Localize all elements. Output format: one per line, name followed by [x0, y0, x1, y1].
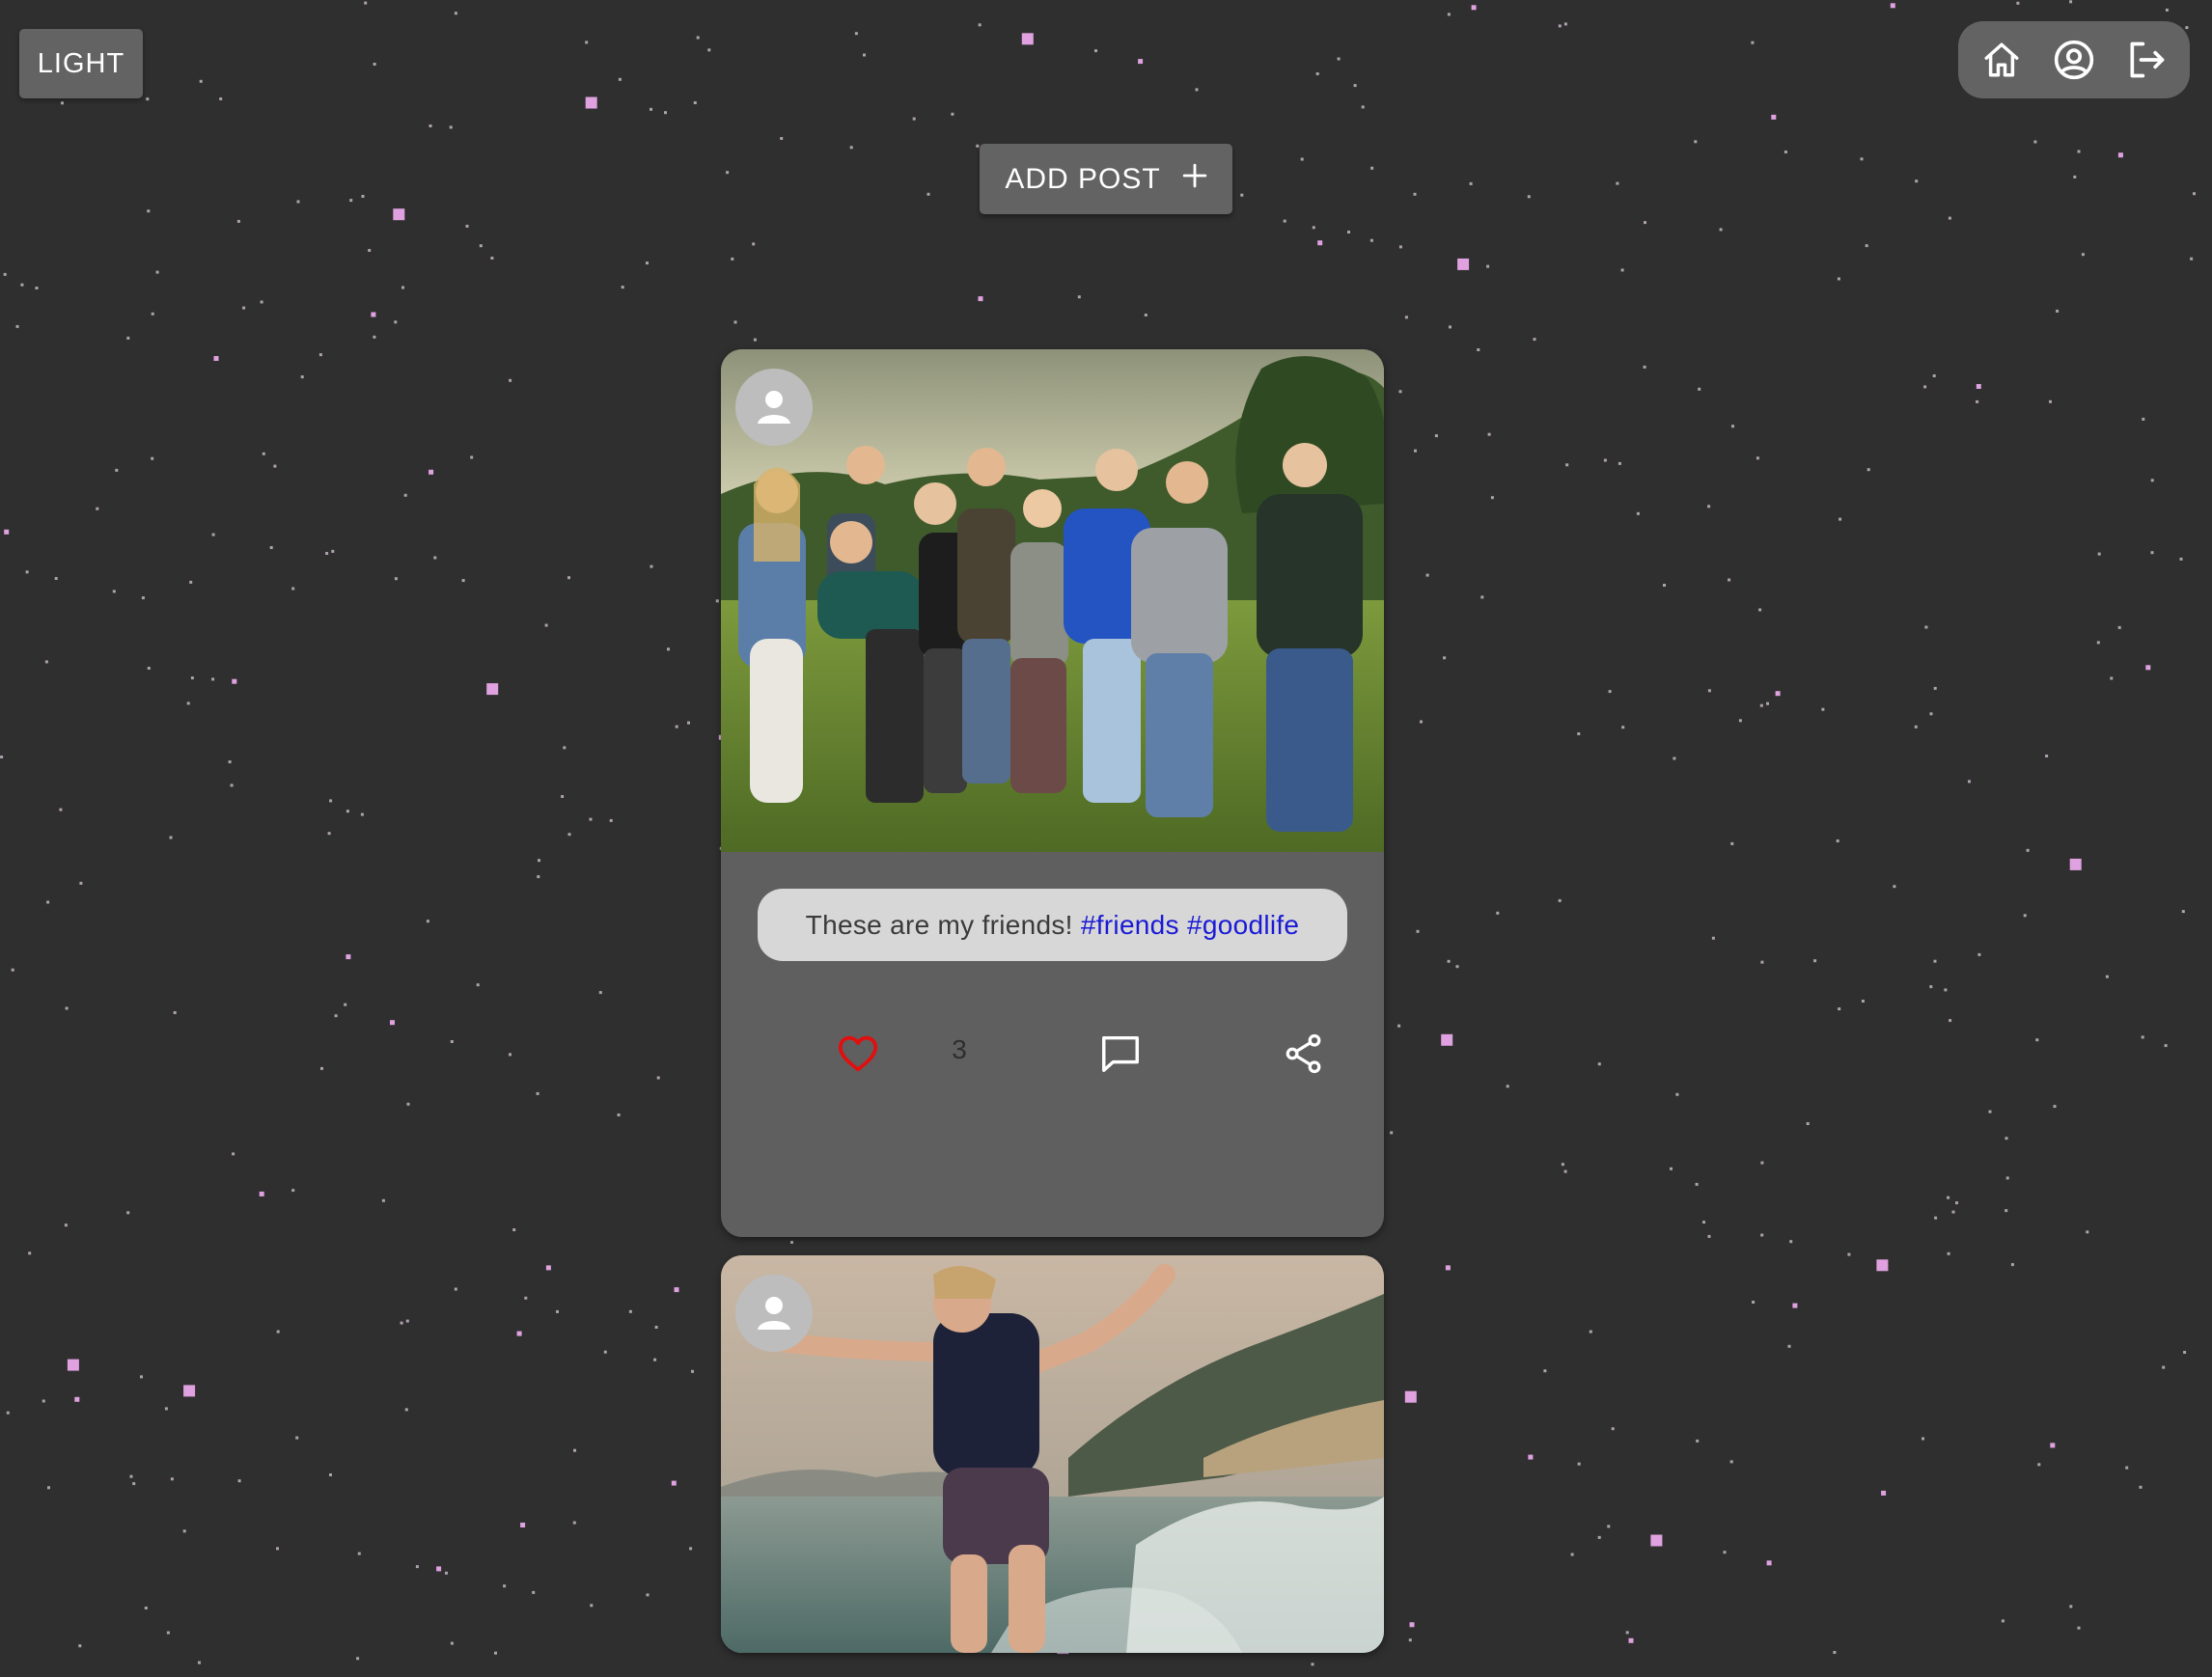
comment-button[interactable]: [1092, 1025, 1149, 1083]
post-avatar[interactable]: [735, 1275, 813, 1352]
theme-toggle-button[interactable]: LIGHT: [19, 29, 143, 98]
plus-icon: [1182, 163, 1207, 196]
comment-icon: [1102, 1035, 1139, 1072]
caption-text: These are my friends!: [805, 909, 1073, 940]
person-icon: [758, 1297, 790, 1330]
like-button[interactable]: [829, 1025, 887, 1083]
add-post-label: ADD POST: [1005, 162, 1161, 195]
add-post-button[interactable]: ADD POST: [980, 144, 1232, 214]
post-actions: 3: [721, 1015, 1384, 1092]
hashtag-link[interactable]: #goodlife: [1187, 910, 1299, 941]
post-photo[interactable]: [721, 349, 1384, 852]
heart-icon: [838, 1035, 878, 1072]
home-icon[interactable]: [1975, 33, 2029, 87]
share-icon: [1286, 1033, 1321, 1074]
hashtag-link[interactable]: #friends: [1081, 910, 1179, 941]
person-icon: [758, 391, 790, 424]
like-count: 3: [952, 1034, 967, 1064]
post-photo[interactable]: [721, 1255, 1384, 1653]
share-button[interactable]: [1275, 1025, 1333, 1083]
account-circle-icon[interactable]: [2047, 33, 2101, 87]
post-card: These are my friends! #friends #goodlife…: [721, 349, 1384, 1237]
logout-icon[interactable]: [2119, 33, 2173, 87]
post-avatar[interactable]: [735, 369, 813, 446]
top-navigation: [1958, 21, 2190, 98]
post-card: [721, 1255, 1384, 1653]
post-caption: These are my friends! #friends #goodlife: [758, 889, 1347, 961]
